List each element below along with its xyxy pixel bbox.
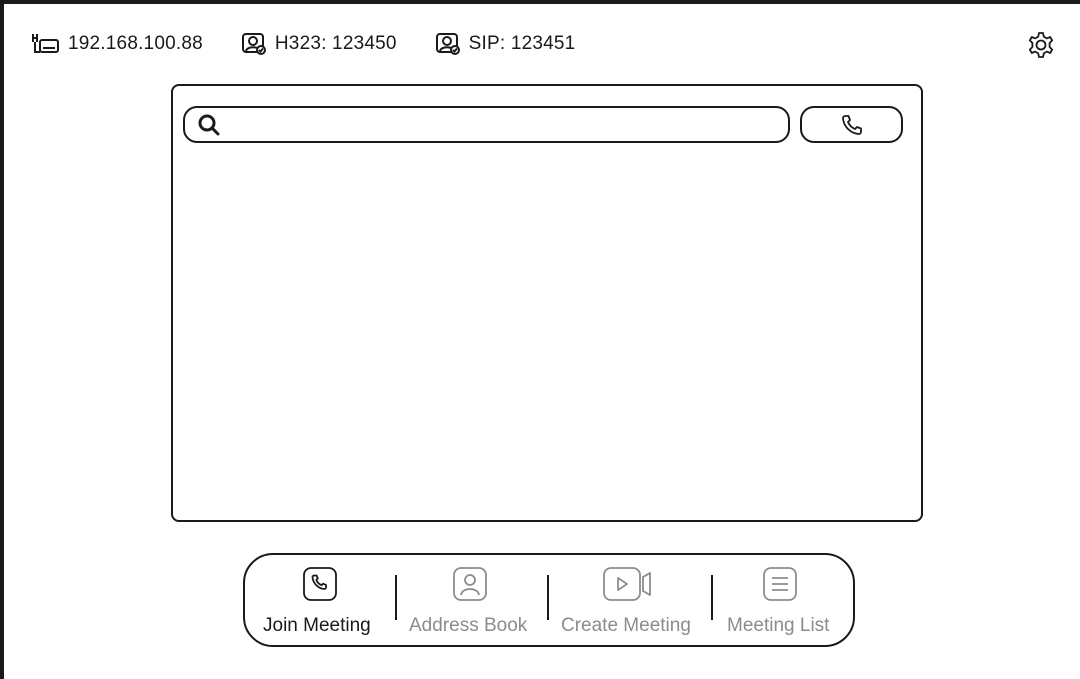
phone-icon	[841, 114, 862, 135]
video-camera-icon	[603, 567, 651, 601]
h323-number: H323: 123450	[274, 33, 397, 54]
nav-divider	[711, 575, 713, 620]
nav-create-meeting[interactable]: Create Meeting	[559, 555, 701, 645]
ip-address: 192.168.100.88	[68, 33, 203, 54]
nav-meeting-list[interactable]: Meeting List	[723, 555, 841, 645]
list-icon	[763, 567, 797, 601]
settings-button[interactable]	[1027, 31, 1055, 59]
phone-icon	[303, 567, 337, 601]
nav-divider	[395, 575, 397, 620]
call-button[interactable]	[800, 106, 903, 143]
nav-label: Create Meeting	[561, 615, 691, 636]
registered-user-icon	[241, 33, 266, 55]
ip-status: 192.168.100.88	[30, 32, 203, 56]
registered-user-icon	[435, 33, 460, 55]
nav-label: Join Meeting	[263, 615, 371, 636]
search-icon	[198, 114, 220, 135]
status-bar: 192.168.100.88 H323: 123450 SIP: 123451	[30, 28, 613, 60]
contact-icon	[453, 567, 487, 601]
window-frame-top	[0, 0, 1080, 4]
nav-address-book[interactable]: Address Book	[407, 555, 537, 645]
nav-divider	[547, 575, 549, 620]
bottom-navigation: Join Meeting Address Book Create Meeting…	[243, 553, 855, 647]
ethernet-icon	[32, 34, 59, 53]
window-frame-left	[0, 0, 4, 679]
gear-icon	[1028, 32, 1054, 58]
sip-number: SIP: 123451	[468, 33, 576, 54]
search-field[interactable]	[183, 106, 790, 143]
nav-label: Address Book	[409, 615, 528, 636]
sip-status: SIP: 123451	[435, 32, 576, 56]
search-results-panel	[171, 84, 923, 522]
nav-join-meeting[interactable]: Join Meeting	[259, 555, 383, 645]
search-input[interactable]	[229, 108, 788, 141]
h323-status: H323: 123450	[241, 32, 397, 56]
nav-label: Meeting List	[727, 615, 830, 636]
